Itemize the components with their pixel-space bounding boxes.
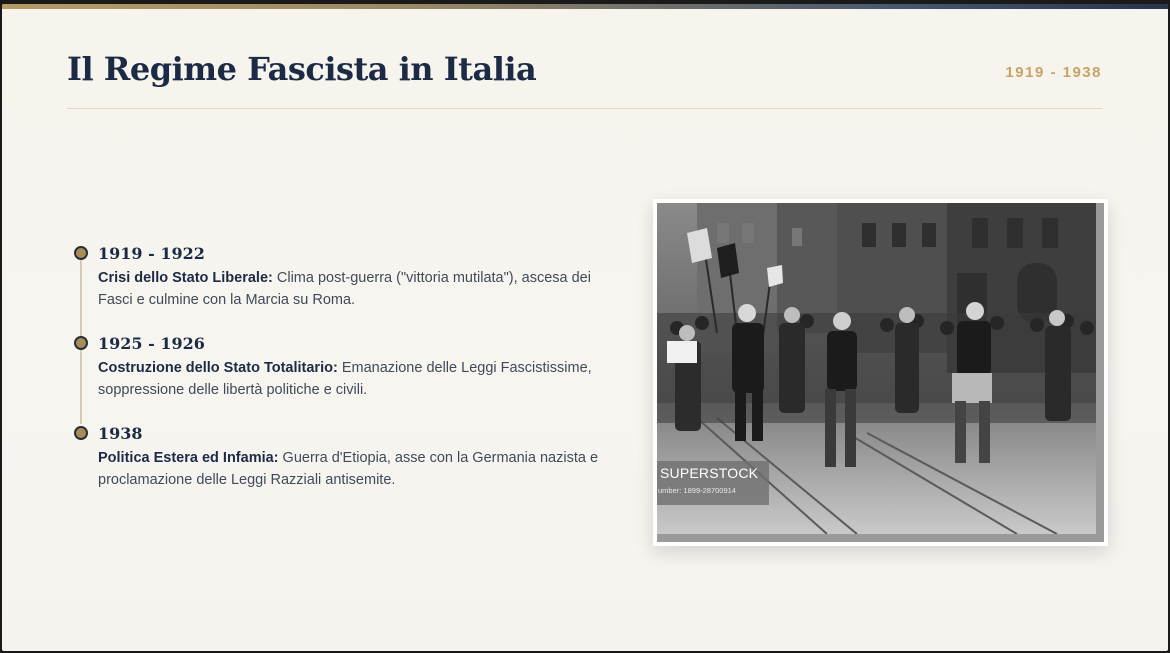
timeline-dot-icon bbox=[74, 426, 88, 440]
timeline-event: 1919 - 1922 Crisi dello Stato Liberale: … bbox=[74, 244, 634, 334]
timeline-dot-icon bbox=[74, 336, 88, 350]
event-heading: Politica Estera ed Infamia: bbox=[98, 450, 279, 466]
historical-photo: SUPERSTOCK umber: 1899-28700914 bbox=[657, 203, 1104, 542]
date-range: 1919 - 1938 bbox=[1005, 64, 1102, 81]
event-year: 1938 bbox=[98, 424, 143, 443]
timeline-event: 1938 Politica Estera ed Infamia: Guerra … bbox=[74, 424, 634, 514]
slide-title: Il Regime Fascista in Italia bbox=[67, 50, 537, 88]
event-description: Costruzione dello Stato Totalitario: Ema… bbox=[98, 357, 618, 401]
event-description: Politica Estera ed Infamia: Guerra d'Eti… bbox=[98, 447, 618, 491]
watermark-brand: SUPERSTOCK bbox=[660, 465, 759, 481]
timeline: 1919 - 1922 Crisi dello Stato Liberale: … bbox=[74, 244, 634, 514]
event-heading: Costruzione dello Stato Totalitario: bbox=[98, 360, 338, 376]
title-divider bbox=[67, 108, 1102, 109]
watermark-number: umber: 1899-28700914 bbox=[658, 486, 736, 495]
slide: Il Regime Fascista in Italia 1919 - 1938… bbox=[2, 4, 1168, 651]
timeline-event: 1925 - 1926 Costruzione dello Stato Tota… bbox=[74, 334, 634, 424]
top-accent-bar bbox=[2, 4, 1168, 9]
event-year: 1919 - 1922 bbox=[98, 244, 205, 263]
event-description: Crisi dello Stato Liberale: Clima post-g… bbox=[98, 267, 618, 311]
timeline-dot-icon bbox=[74, 246, 88, 260]
event-year: 1925 - 1926 bbox=[98, 334, 205, 353]
event-heading: Crisi dello Stato Liberale: bbox=[98, 270, 273, 286]
watermark: SUPERSTOCK umber: 1899-28700914 bbox=[657, 461, 769, 505]
photo-frame: SUPERSTOCK umber: 1899-28700914 bbox=[653, 199, 1108, 546]
